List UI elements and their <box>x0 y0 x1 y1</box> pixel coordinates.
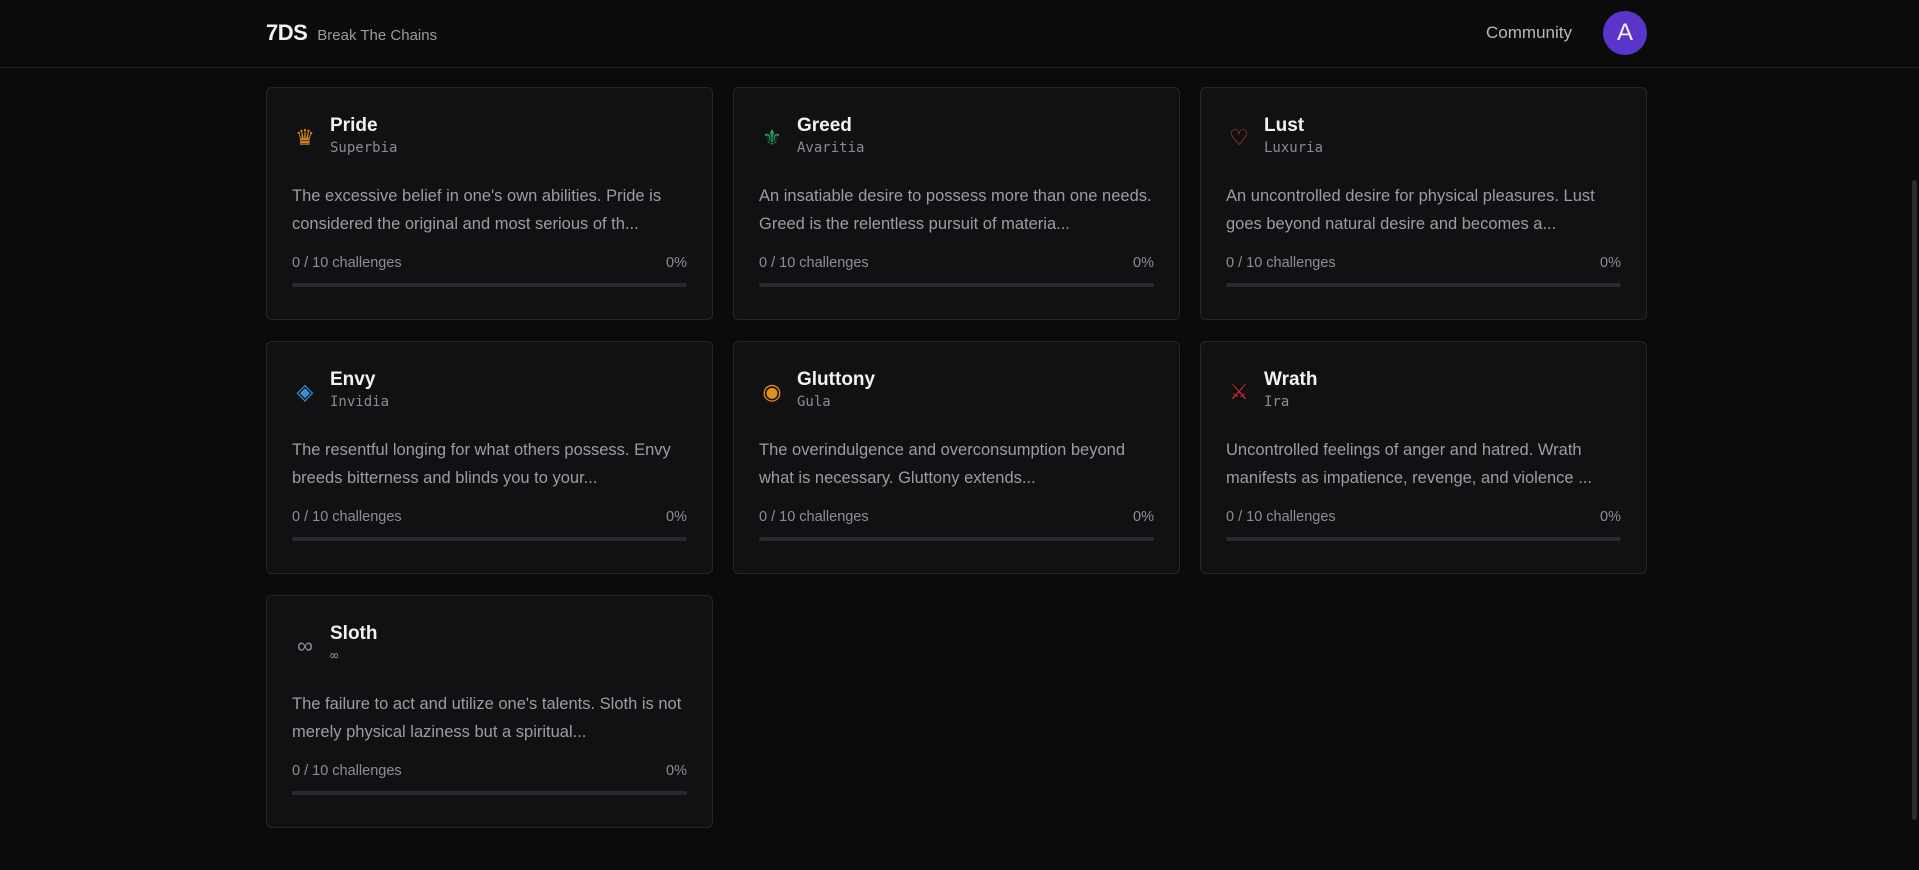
card-titles: Lust Luxuria <box>1264 114 1323 156</box>
sin-description: An insatiable desire to possess more tha… <box>759 187 1152 233</box>
sin-card-sloth[interactable]: ∞ Sloth ∞ The failure to act and utilize… <box>266 595 713 828</box>
card-header: ◉ Gluttony Gula <box>759 368 1154 418</box>
community-link[interactable]: Community <box>1486 23 1572 43</box>
sin-name: Wrath <box>1264 369 1318 390</box>
progress-row: 0 / 10 challenges 0% <box>1226 255 1621 271</box>
sin-card-pride[interactable]: ♛ Pride Superbia The excessive belief in… <box>266 87 713 320</box>
challenge-count: 0 / 10 challenges <box>1226 255 1336 271</box>
challenge-count: 0 / 10 challenges <box>292 509 402 525</box>
top-navigation-bar: 7DS Break The Chains Community A <box>0 0 1919 68</box>
progress-row: 0 / 10 challenges 0% <box>759 509 1154 525</box>
challenge-count: 0 / 10 challenges <box>759 509 869 525</box>
challenge-count: 0 / 10 challenges <box>292 763 402 779</box>
progress-bar <box>1226 537 1621 541</box>
crossed-swords-icon: ⚔ <box>1229 379 1249 404</box>
card-header: ♛ Pride Superbia <box>292 114 687 164</box>
sin-latin-name: Gula <box>797 394 831 410</box>
progress-bar <box>1226 283 1621 287</box>
progress-percent: 0% <box>666 255 687 271</box>
sin-description: An uncontrolled desire for physical plea… <box>1226 187 1595 233</box>
sin-latin-name: Superbia <box>330 140 398 156</box>
scrollbar-thumb[interactable] <box>1912 180 1917 820</box>
card-header: ⚜ Greed Avaritia <box>759 114 1154 164</box>
sin-latin-name: Luxuria <box>1264 140 1324 156</box>
sin-card-lust[interactable]: ♡ Lust Luxuria An uncontrolled desire fo… <box>1200 87 1647 320</box>
progress-percent: 0% <box>1133 509 1154 525</box>
card-header: ♡ Lust Luxuria <box>1226 114 1621 164</box>
sin-name: Lust <box>1264 115 1305 136</box>
card-titles: Gluttony Gula <box>797 368 875 410</box>
progress-row: 0 / 10 challenges 0% <box>292 509 687 525</box>
sin-card-wrath[interactable]: ⚔ Wrath Ira Uncontrolled feelings of ang… <box>1200 341 1647 574</box>
progress-row: 0 / 10 challenges 0% <box>292 255 687 271</box>
diamond-icon: ◈ <box>296 379 314 404</box>
sin-card-gluttony[interactable]: ◉ Gluttony Gula The overindulgence and o… <box>733 341 1180 574</box>
challenge-count: 0 / 10 challenges <box>1226 509 1336 525</box>
sin-latin-name: Avaritia <box>797 140 865 156</box>
sin-latin-name: Ira <box>1264 394 1290 410</box>
challenge-count: 0 / 10 challenges <box>759 255 869 271</box>
crown-icon: ♛ <box>295 125 315 150</box>
progress-bar <box>292 537 687 541</box>
progress-row: 0 / 10 challenges 0% <box>1226 509 1621 525</box>
card-titles: Wrath Ira <box>1264 368 1317 410</box>
progress-bar <box>759 537 1154 541</box>
progress-percent: 0% <box>1133 255 1154 271</box>
sin-name: Envy <box>330 369 376 390</box>
card-titles: Envy Invidia <box>330 368 389 410</box>
sin-latin-name: ∞ <box>330 648 339 664</box>
circle-target-icon: ◉ <box>762 379 782 404</box>
logo[interactable]: 7DS <box>266 20 308 46</box>
progress-bar <box>292 791 687 795</box>
progress-bar <box>759 283 1154 287</box>
sin-latin-name: Invidia <box>330 394 390 410</box>
card-titles: Sloth ∞ <box>330 622 378 664</box>
avatar[interactable]: A <box>1603 11 1647 55</box>
progress-row: 0 / 10 challenges 0% <box>759 255 1154 271</box>
progress-percent: 0% <box>666 509 687 525</box>
sin-name: Sloth <box>330 623 378 644</box>
progress-percent: 0% <box>1600 509 1621 525</box>
challenge-count: 0 / 10 challenges <box>292 255 402 271</box>
sin-description: The excessive belief in one's own abilit… <box>292 187 662 233</box>
card-header: ⚔ Wrath Ira <box>1226 368 1621 418</box>
sin-card-grid: ♛ Pride Superbia The excessive belief in… <box>266 87 1647 828</box>
fleur-de-lis-icon: ⚜ <box>762 125 782 150</box>
sin-name: Pride <box>330 115 378 136</box>
sin-description: Uncontrolled feelings of anger and hatre… <box>1226 441 1592 487</box>
card-header: ∞ Sloth ∞ <box>292 622 687 672</box>
card-titles: Pride Superbia <box>330 114 397 156</box>
sin-description: The overindulgence and overconsumption b… <box>759 441 1125 487</box>
nav-right: Community A <box>1486 11 1647 55</box>
brand[interactable]: 7DS Break The Chains <box>266 20 437 46</box>
progress-bar <box>292 283 687 287</box>
sin-card-envy[interactable]: ◈ Envy Invidia The resentful longing for… <box>266 341 713 574</box>
progress-percent: 0% <box>1600 255 1621 271</box>
sin-description: The resentful longing for what others po… <box>292 441 671 487</box>
tagline: Break The Chains <box>317 27 438 44</box>
heart-icon: ♡ <box>1229 125 1249 150</box>
progress-row: 0 / 10 challenges 0% <box>292 763 687 779</box>
infinity-icon: ∞ <box>297 633 313 658</box>
sin-card-greed[interactable]: ⚜ Greed Avaritia An insatiable desire to… <box>733 87 1180 320</box>
card-titles: Greed Avaritia <box>797 114 864 156</box>
sin-name: Gluttony <box>797 369 876 390</box>
scrollbar[interactable] <box>1910 68 1919 870</box>
sin-description: The failure to act and utilize one's tal… <box>292 695 682 741</box>
progress-percent: 0% <box>666 763 687 779</box>
sin-name: Greed <box>797 115 852 136</box>
card-header: ◈ Envy Invidia <box>292 368 687 418</box>
